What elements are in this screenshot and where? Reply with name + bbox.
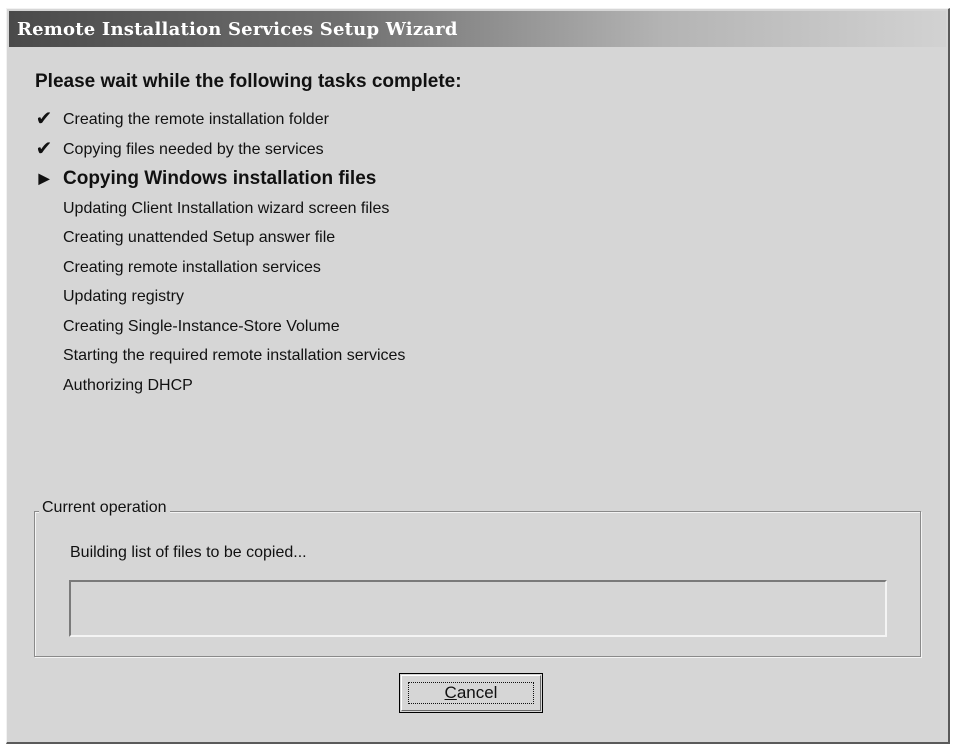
task-label: Creating unattended Setup answer file <box>63 229 336 246</box>
task-item-creating-answer-file: Creating unattended Setup answer file <box>27 223 405 253</box>
task-label: Copying Windows installation files <box>63 168 377 189</box>
tasks-heading: Please wait while the following tasks co… <box>35 71 462 92</box>
task-label: Creating Single-Instance-Store Volume <box>63 317 340 335</box>
task-item-starting-services: Starting the required remote installatio… <box>27 341 405 371</box>
task-list: ✔ Creating the remote installation folde… <box>27 105 406 401</box>
task-label: Updating Client Installation wizard scre… <box>63 199 390 217</box>
operation-status-text: Building list of files to be copied... <box>70 544 307 561</box>
window-title: Remote Installation Services Setup Wizar… <box>17 18 458 40</box>
task-label: Creating remote installation services <box>63 258 321 276</box>
checkmark-icon: ✔ <box>35 137 53 160</box>
task-item-updating-wizard-screens: Updating Client Installation wizard scre… <box>27 194 405 224</box>
task-label: Creating the remote installation folder <box>63 111 329 128</box>
cancel-button[interactable]: Cancel <box>399 673 543 713</box>
checkmark-icon: ✔ <box>35 108 53 130</box>
task-label: Updating registry <box>63 288 184 305</box>
task-item-copying-service-files: ✔ Copying files needed by the services <box>27 135 405 165</box>
task-label: Authorizing DHCP <box>63 376 193 394</box>
setup-wizard-window: Remote Installation Services Setup Wizar… <box>6 8 950 744</box>
title-bar[interactable]: Remote Installation Services Setup Wizar… <box>9 11 946 47</box>
progress-bar <box>69 580 887 637</box>
task-item-creating-services: Creating remote installation services <box>27 253 405 283</box>
task-item-copying-windows-files: ▶ Copying Windows installation files <box>27 164 405 194</box>
task-item-creating-sis-volume: Creating Single-Instance-Store Volume <box>27 312 405 342</box>
focus-rectangle <box>408 682 534 704</box>
task-label: Starting the required remote installatio… <box>63 347 406 364</box>
current-operation-label: Current operation <box>39 499 170 517</box>
current-operation-group: Current operation Building list of files… <box>34 499 921 657</box>
task-item-creating-folder: ✔ Creating the remote installation folde… <box>27 105 405 135</box>
task-label: Copying files needed by the services <box>63 140 324 158</box>
arrow-right-icon: ▶ <box>38 170 50 186</box>
task-item-authorizing-dhcp: Authorizing DHCP <box>27 371 405 401</box>
task-item-updating-registry: Updating registry <box>27 282 405 312</box>
